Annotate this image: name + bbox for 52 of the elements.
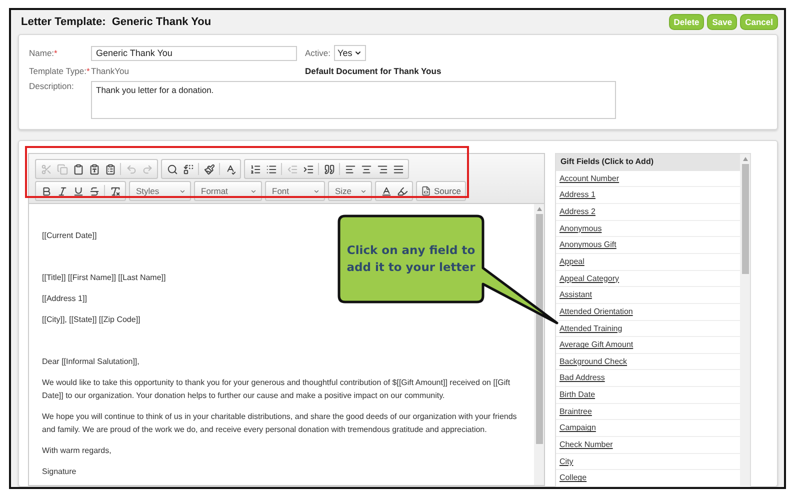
- list-header: Gift Fields (Click to Add): [556, 154, 740, 171]
- field-link[interactable]: Average Gift Amount: [556, 337, 740, 354]
- caret-icon: [354, 49, 362, 57]
- name-field[interactable]: Generic Thank You: [91, 46, 297, 60]
- field-value: ThankYou: [91, 66, 130, 76]
- field-link[interactable]: Anonymous: [556, 220, 740, 238]
- letter-paragraph: We hope you will continue to think of us in your charitable distributions, and share the good deeds of our organization with your friends and family. We are proud of the work we do, and receive every personal donation with tremendous gratitude and appreciation.: [42, 411, 518, 436]
- letter-paragraph: [[Title]] [[First Name]] [[Last Name]]: [42, 272, 166, 284]
- field-link[interactable]: Address 1: [556, 187, 740, 204]
- dropdown[interactable]: Styles: [129, 181, 191, 201]
- caret-icon: [179, 188, 186, 194]
- scrollbar[interactable]: [740, 154, 750, 487]
- field-link[interactable]: Check Number: [556, 437, 740, 454]
- active-select[interactable]: Yes: [334, 45, 366, 61]
- letter-paragraph: [[Current Date]]: [42, 230, 97, 242]
- dropdown[interactable]: Font: [265, 181, 325, 201]
- field-link[interactable]: Appeal: [556, 254, 740, 271]
- scrollbar[interactable]: [534, 204, 544, 485]
- field-label: Name:*: [29, 48, 58, 58]
- dropdown[interactable]: Size: [328, 181, 372, 201]
- description-field[interactable]: Thank you letter for a donation.: [91, 81, 616, 119]
- field-link[interactable]: Braintree: [556, 404, 740, 420]
- letter-paragraph: Signature: [42, 466, 76, 478]
- letter-paragraph: [[City]], [[State]] [[Zip Code]]: [42, 314, 140, 326]
- field-label: Description:: [29, 81, 75, 91]
- field-link[interactable]: College: [556, 470, 740, 487]
- letter-paragraph: [[Address 1]]: [42, 293, 87, 305]
- caret-icon: [313, 188, 320, 194]
- field-link[interactable]: Background Check: [556, 354, 740, 370]
- field-label: Active:: [305, 48, 331, 58]
- field-link[interactable]: Birth Date: [556, 387, 740, 404]
- letter-paragraph: We would like to take this opportunity to thank you for your generous and thoughtful contribution of $[[Gift Amount]] received on [[Gift Date]] to our organization. Your donation helps to further our cause and make a positive impact on our community.: [42, 377, 512, 402]
- field-link[interactable]: City: [556, 454, 740, 470]
- field-link[interactable]: Anonymous Gift: [556, 237, 740, 254]
- field-link[interactable]: Bad Address: [556, 370, 740, 388]
- field-link[interactable]: Account Number: [556, 170, 740, 188]
- field-link[interactable]: Appeal Category: [556, 270, 740, 288]
- file-code-icon: [421, 186, 431, 196]
- letter-paragraph: With warm regards,: [42, 445, 112, 457]
- field-link[interactable]: Campaign: [556, 420, 740, 438]
- caret-icon: [360, 188, 367, 194]
- field-link[interactable]: Address 2: [556, 204, 740, 221]
- page-title: Letter Template: Generic Thank You: [21, 16, 212, 28]
- field-link[interactable]: Attended Orientation: [556, 304, 740, 321]
- source-button[interactable]: Source: [416, 181, 466, 201]
- callout-text: Click on any field to add it to your letter: [346, 242, 476, 276]
- letter-paragraph: Dear [[Informal Salutation]],: [42, 356, 140, 368]
- default-note: Default Document for Thank Yous: [305, 66, 442, 76]
- dropdown[interactable]: Format: [194, 181, 262, 201]
- field-label: Template Type:*: [29, 66, 91, 76]
- field-link[interactable]: Assistant: [556, 287, 740, 304]
- caret-icon: [250, 188, 257, 194]
